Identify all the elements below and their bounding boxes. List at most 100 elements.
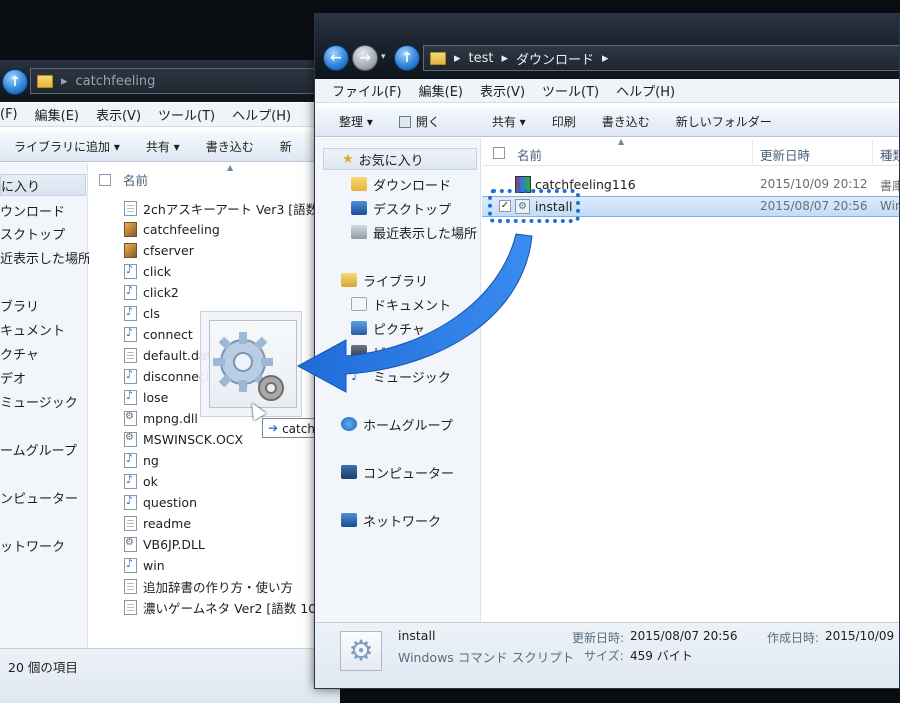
back-navigation-pane: に入り ウンロード スクトップ 近表示した場所 ブラリ キュメント クチャ デオ… [0,163,91,648]
list-item[interactable]: click2 [124,282,179,303]
nav-videos[interactable]: デオ [0,366,26,388]
nav-downloads[interactable]: ダウンロード [351,173,451,195]
column-divider[interactable] [752,140,753,164]
nav-library[interactable]: ライブラリ [341,269,428,291]
nav-recent[interactable]: 最近表示した場所 [351,221,477,243]
column-divider[interactable] [872,140,873,164]
type-column-header[interactable]: 種類 [880,145,899,164]
nav-network[interactable]: ットワーク [0,534,65,556]
audio-file-icon [124,557,137,573]
add-to-library-button[interactable]: ライブラリに追加 ▾ [14,138,120,155]
back-nav-button[interactable]: ← [323,45,349,71]
nav-computer[interactable]: ンピューター [0,486,78,508]
breadcrumb-test[interactable]: test [469,51,494,66]
folder-icon [430,51,446,65]
back-menubar: (F) 編集(E) 表示(V) ツール(T) ヘルプ(H) [0,103,340,127]
move-arrow-icon: ➔ [268,421,279,435]
list-item[interactable]: disconnect [124,366,211,387]
nav-computer[interactable]: コンピューター [341,461,454,483]
menu-view[interactable]: 表示(V) [96,105,141,124]
details-file-name: install [398,628,436,643]
menu-help[interactable]: ヘルプ(H) [232,105,291,124]
select-all-checkbox[interactable] [99,173,111,186]
nav-desktop[interactable]: デスクトップ [351,197,451,219]
list-item[interactable]: ok [124,471,158,492]
list-item[interactable]: cls [124,303,160,324]
up-nav-button[interactable]: ↑ [394,45,420,71]
created-value: 2015/10/09 2 [825,629,900,643]
nav-network[interactable]: ネットワーク [341,509,441,531]
nav-pictures[interactable]: ピクチャ [351,317,425,339]
details-file-type: Windows コマンド スクリプト [398,650,575,665]
menu-tools[interactable]: ツール(T) [158,105,215,124]
menu-view[interactable]: 表示(V) [480,81,525,100]
organize-button[interactable]: 整理 ▾ [339,113,373,130]
list-item[interactable]: win [124,555,165,576]
list-item[interactable]: question [124,492,197,513]
share-button[interactable]: 共有 ▾ [492,113,526,130]
forward-nav-button[interactable]: → [352,45,378,71]
nav-pictures[interactable]: クチャ [0,342,39,364]
history-dropdown-icon[interactable]: ▾ [381,52,386,62]
nav-homegroup[interactable]: ームグループ [0,438,77,460]
path-arrow-icon: ▸ [61,73,68,89]
date-column-header[interactable]: 更新日時 [760,145,810,164]
nav-favorites[interactable]: に入り [0,174,86,196]
created-label: 作成日時: [767,631,820,645]
audio-file-icon [124,473,137,489]
list-item[interactable]: default.dat [124,345,211,366]
back-address-bar[interactable]: ▸ catchfeeling [30,68,330,94]
row-checkbox-checked[interactable]: ✓ [499,200,511,212]
homegroup-icon [341,417,357,431]
nav-music[interactable]: ミュージック [0,390,78,412]
menu-file[interactable]: (F) [0,107,18,122]
print-button[interactable]: 印刷 [552,113,576,130]
burn-button[interactable]: 書き込む [206,138,254,155]
list-item[interactable]: 追加辞書の作り方・使い方 [124,576,293,597]
list-item[interactable]: cfserver [124,240,194,261]
table-row-selected[interactable]: ✓ ⚙ install 2015/08/07 20:56 Win [482,189,899,223]
name-column-header[interactable]: 名前 [99,170,148,189]
nav-library[interactable]: ブラリ [0,294,39,316]
nav-desktop[interactable]: スクトップ [0,222,65,244]
nav-downloads[interactable]: ウンロード [0,199,65,221]
menu-edit[interactable]: 編集(E) [35,105,79,124]
list-item[interactable]: lose [124,387,168,408]
nav-music[interactable]: ♪ ミュージック [351,365,451,387]
list-item[interactable]: VB6JP.DLL [124,534,205,555]
nav-recent[interactable]: 近表示した場所 [0,246,91,268]
text-file-icon [124,516,137,531]
select-all-checkbox[interactable] [493,147,505,159]
breadcrumb-downloads[interactable]: ダウンロード [516,49,594,68]
list-item[interactable]: MSWINSCK.OCX [124,429,243,450]
open-button[interactable]: 開く [398,113,466,130]
list-item[interactable]: click [124,261,171,282]
sort-arrow-icon: ▲ [227,163,234,172]
list-item[interactable]: 濃いゲームネタ Ver2 [語数 100 [124,597,324,618]
library-icon [341,273,357,287]
share-button[interactable]: 共有 ▾ [146,138,180,155]
item-count: 20 個の項目 [8,660,78,675]
nav-documents[interactable]: キュメント [0,318,65,340]
back-window-up-button[interactable]: ↑ [2,69,28,95]
list-item[interactable]: ng [124,450,159,471]
list-item[interactable]: catchfeeling [124,219,220,240]
list-item[interactable]: connect [124,324,193,345]
list-item[interactable]: mpng.dll [124,408,198,429]
list-item[interactable]: readme [124,513,191,534]
nav-homegroup[interactable]: ホームグループ [341,413,453,435]
front-address-bar[interactable]: ▸ test ▸ ダウンロード ▸ [423,45,899,71]
menu-help[interactable]: ヘルプ(H) [616,81,675,100]
column-header-row: 名前 ▲ 更新日時 種類 [482,137,899,166]
nav-documents[interactable]: ドキュメント [351,293,451,315]
nav-favorites[interactable]: ★ お気に入り [323,148,477,170]
new-folder-button[interactable]: 新しいフォルダー [676,113,772,130]
name-column-header[interactable]: 名前 [517,145,542,164]
menu-edit[interactable]: 編集(E) [419,81,463,100]
burn-button[interactable]: 書き込む [602,113,650,130]
menu-file[interactable]: ファイル(F) [332,81,402,100]
nav-videos[interactable]: ビデオ [351,341,412,363]
new-folder-button[interactable]: 新 [280,138,292,155]
menu-tools[interactable]: ツール(T) [542,81,599,100]
list-item[interactable]: 2chアスキーアート Ver3 [語数 [124,198,318,219]
